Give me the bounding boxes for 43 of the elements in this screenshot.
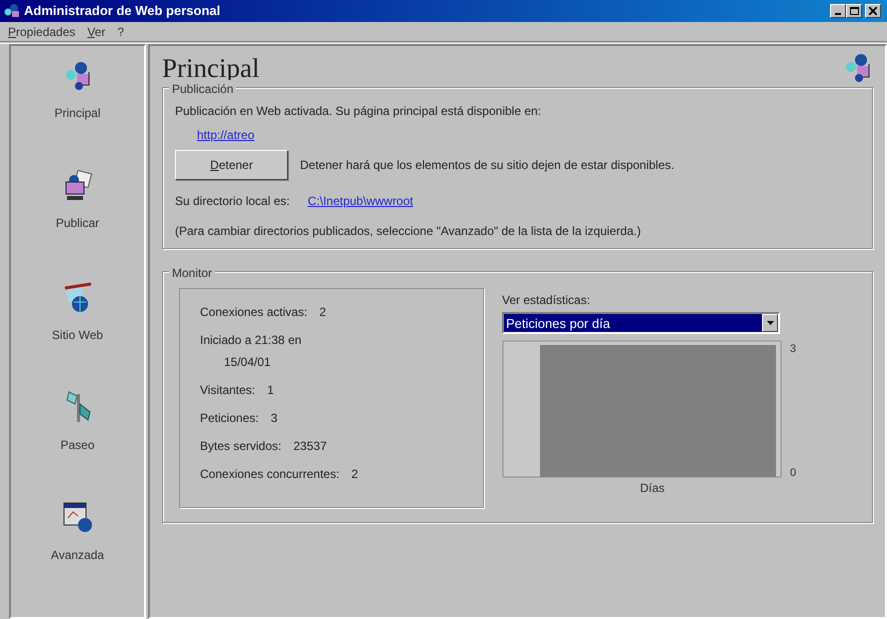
y-tick-label: 0 xyxy=(790,467,796,479)
stat-value: 2 xyxy=(351,466,358,483)
site-link[interactable]: http://atreo xyxy=(197,128,254,142)
status-text: Publicación en Web activada. Su página principal está disponible en: xyxy=(175,103,542,120)
stat-value: 2 xyxy=(319,304,326,321)
hint-text: (Para cambiar directorios publicados, seleccione "Avanzado" de la lista de la izquierda.) xyxy=(175,223,642,240)
stat-value: 3 xyxy=(270,410,278,427)
minimize-icon xyxy=(835,12,841,15)
stat-label: Peticiones: xyxy=(200,410,259,427)
stat-value: 1 xyxy=(267,382,274,399)
close-button[interactable] xyxy=(865,4,881,18)
sidebar-item[interactable]: Avanzada xyxy=(50,546,104,564)
stop-note: Detener hará que los elementos de su sitio dejen de estar disponibles. xyxy=(300,157,674,174)
menu-item[interactable]: ? xyxy=(111,22,130,40)
window-icon xyxy=(60,500,94,534)
minimize-button[interactable] xyxy=(830,4,846,18)
close-icon xyxy=(869,6,877,15)
x-axis-label: Días xyxy=(640,481,665,495)
sidebar-item[interactable]: Publicar xyxy=(56,214,100,232)
directory-label: Su directorio local es: xyxy=(175,193,290,210)
menu-item[interactable]: Propiedades xyxy=(2,22,82,40)
app-icon xyxy=(3,3,21,19)
menu-item[interactable]: Ver xyxy=(81,22,112,40)
caret-icon xyxy=(766,321,774,325)
y-tick-label: 3 xyxy=(790,343,796,355)
directory-link[interactable]: C:\Inetpub\wwwroot xyxy=(308,192,414,210)
stat-label: Visitantes: xyxy=(200,382,256,399)
stats-label: Ver estadísticas: xyxy=(502,292,592,309)
stat-label: Conexiones concurrentes: xyxy=(200,466,340,483)
sidebar-item[interactable]: Principal xyxy=(54,104,101,122)
sidebar-item[interactable]: Paseo xyxy=(60,436,95,454)
stats-dropdown[interactable]: Peticiones por día xyxy=(502,312,780,334)
stat-label: Conexiones activas: xyxy=(200,304,308,321)
stop-button[interactable]: Detener xyxy=(175,150,288,180)
stat-value: 23537 xyxy=(293,438,327,455)
stat-value: 15/04/01 xyxy=(223,354,272,371)
maximize-icon xyxy=(850,6,858,15)
stat-label: Bytes servidos: xyxy=(200,438,282,455)
maximize-button[interactable] xyxy=(846,4,862,18)
page-title: Principal xyxy=(162,55,260,82)
stat-label: Iniciado a 21:38 en xyxy=(200,332,302,349)
window-title: Administrador de Web personal xyxy=(24,2,220,20)
sidebar-item[interactable]: Sitio Web xyxy=(52,326,104,344)
